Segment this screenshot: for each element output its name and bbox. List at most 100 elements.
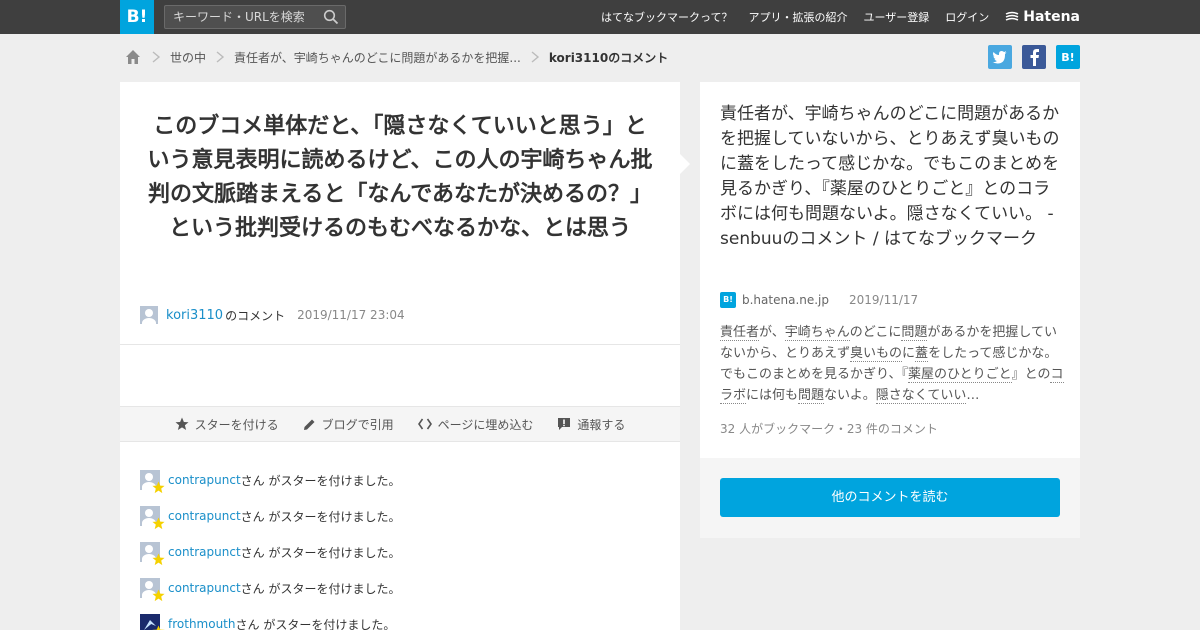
favicon: B!	[720, 292, 736, 308]
star-entry: contrapunct さん がスターを付けました。	[140, 534, 401, 570]
home-icon[interactable]	[124, 48, 142, 66]
embed-label: ページに埋め込む	[437, 417, 534, 432]
top-bar: B! はてなブックマークって？ アプリ・拡張の紹介 ユーザー登録 ログイン Ha…	[0, 0, 1200, 34]
comment-suffix: のコメント	[225, 308, 286, 323]
search-box	[164, 5, 346, 29]
star-avatar[interactable]	[140, 614, 165, 630]
twitter-share-button[interactable]	[988, 45, 1012, 69]
alert-icon	[558, 418, 571, 430]
star-text: さん がスターを付けました。	[235, 617, 396, 630]
excerpt-text: のどこに	[849, 325, 902, 340]
quote-in-blog-button[interactable]: ブログで引用	[303, 416, 394, 433]
star-text: さん がスターを付けました。	[240, 581, 401, 596]
hatena-bookmark-logo[interactable]: B!	[120, 0, 154, 34]
entry-domain[interactable]: b.hatena.ne.jp	[742, 293, 829, 307]
add-star-button[interactable]: スターを付ける	[175, 416, 279, 433]
chevron-right-icon	[152, 51, 161, 63]
star-avatar[interactable]	[140, 470, 165, 494]
star-text: さん がスターを付けました。	[240, 509, 401, 524]
yellow-star-icon	[152, 625, 165, 630]
comment-byline: kori3110 のコメント 2019/11/17 23:04	[140, 306, 405, 324]
entry-title[interactable]: 責任者が、宇崎ちゃんのどこに問題があるかを把握していないから、とりあえず臭いもの…	[720, 102, 1065, 252]
report-label: 通報する	[577, 417, 626, 432]
keyword-link[interactable]: 宇崎ちゃん	[784, 325, 850, 341]
add-star-label: スターを付ける	[194, 417, 279, 432]
breadcrumb-current: kori3110のコメント	[548, 50, 669, 65]
bookmark-count[interactable]: 32 人がブックマーク・23 件のコメント	[720, 420, 938, 437]
chevron-right-icon	[531, 51, 539, 63]
star-user-link[interactable]: contrapunct	[168, 545, 241, 559]
star-avatar[interactable]	[140, 578, 165, 602]
search-input[interactable]	[165, 6, 315, 28]
entry-card-footer: 他のコメントを読む	[700, 458, 1080, 538]
card-pointer-arrow	[680, 154, 690, 174]
nav-about[interactable]: はてなブックマークって？	[601, 9, 732, 25]
yellow-star-icon	[152, 553, 165, 566]
keyword-link[interactable]: 臭いもの	[850, 346, 903, 362]
report-button[interactable]: 通報する	[557, 416, 625, 433]
keyword-link[interactable]: 問題	[901, 325, 928, 341]
pencil-icon	[303, 419, 315, 430]
keyword-link[interactable]: 責任者	[720, 325, 760, 341]
star-entry: contrapunct さん がスターを付けました。	[140, 570, 401, 606]
breadcrumb: 世の中 責任者が、宇崎ちゃんのどこに問題があるかを把握... kori3110の…	[124, 46, 668, 68]
facebook-icon	[1030, 49, 1039, 66]
star-user-link[interactable]: contrapunct	[168, 581, 241, 595]
hatena-icon	[1005, 11, 1019, 21]
star-text: さん がスターを付けました。	[240, 473, 401, 488]
star-user-link[interactable]: contrapunct	[168, 509, 241, 523]
star-user-link[interactable]: frothmouth	[168, 617, 236, 630]
star-entry: contrapunct さん がスターを付けました。	[140, 498, 401, 534]
keyword-link[interactable]: 隠さなくていい	[875, 388, 967, 404]
excerpt-text: には何も	[746, 388, 799, 403]
star-avatar[interactable]	[140, 506, 165, 530]
yellow-star-icon	[152, 517, 165, 530]
chevron-right-icon	[216, 51, 225, 63]
hatena-brand-label: Hatena	[1023, 9, 1080, 25]
search-icon[interactable]	[323, 9, 339, 25]
comment-date: 2019/11/17 23:04	[297, 308, 405, 322]
top-nav: はてなブックマークって？ アプリ・拡張の紹介 ユーザー登録 ログイン Haten…	[585, 0, 1080, 34]
nav-apps[interactable]: アプリ・拡張の紹介	[748, 9, 847, 25]
quote-in-blog-label: ブログで引用	[321, 417, 394, 432]
divider	[120, 344, 680, 345]
share-buttons: B!	[978, 45, 1080, 69]
breadcrumb-entry[interactable]: 責任者が、宇崎ちゃんのどこに問題があるかを把握...	[234, 49, 521, 66]
embed-button[interactable]: ページに埋め込む	[417, 416, 534, 433]
excerpt-text: …	[966, 388, 980, 403]
entry-date: 2019/11/17	[849, 293, 919, 307]
comment-text: このブコメ単体だと、「隠さなくていいと思う」という意見表明に読めるけど、この人の…	[147, 114, 653, 241]
keyword-link[interactable]: 蓋	[915, 346, 929, 362]
star-entry: contrapunct さん がスターを付けました。	[140, 462, 401, 498]
excerpt-text: ないよ。	[824, 388, 876, 403]
comment-card: このブコメ単体だと、「隠さなくていいと思う」という意見表明に読めるけど、この人の…	[120, 82, 680, 630]
comment-user-link[interactable]: kori3110	[166, 308, 223, 323]
entry-card: 責任者が、宇崎ちゃんのどこに問題があるかを把握していないから、とりあえず臭いもの…	[700, 82, 1080, 538]
facebook-share-button[interactable]	[1022, 45, 1046, 69]
star-avatar[interactable]	[140, 542, 165, 566]
read-more-button[interactable]: 他のコメントを読む	[720, 478, 1060, 517]
excerpt-text: が、	[759, 325, 785, 340]
excerpt-text: に	[902, 346, 916, 361]
twitter-icon	[992, 51, 1007, 64]
star-icon	[175, 417, 189, 430]
entry-meta: B! b.hatena.ne.jp 2019/11/17	[720, 292, 918, 308]
keyword-link[interactable]: 問題	[798, 388, 825, 404]
code-icon	[417, 418, 432, 430]
entry-excerpt: 責任者が、宇崎ちゃんのどこに問題があるかを把握していないから、とりあえず臭いもの…	[720, 322, 1065, 406]
hatena-brand[interactable]: Hatena	[1005, 9, 1080, 25]
star-text: さん がスターを付けました。	[240, 545, 401, 560]
nav-signup[interactable]: ユーザー登録	[863, 9, 929, 25]
comment-actions: スターを付ける ブログで引用 ページに埋め込む 通報する	[120, 406, 680, 442]
excerpt-text: 』との	[1011, 367, 1051, 382]
breadcrumb-category[interactable]: 世の中	[170, 49, 206, 66]
yellow-star-icon	[152, 481, 165, 494]
nav-login[interactable]: ログイン	[945, 9, 989, 25]
yellow-star-icon	[152, 589, 165, 602]
keyword-link[interactable]: 薬屋のひとりごと	[907, 367, 1012, 383]
star-list: contrapunct さん がスターを付けました。 contrapunct さん …	[140, 462, 401, 630]
avatar[interactable]	[140, 306, 158, 324]
star-user-link[interactable]: contrapunct	[168, 473, 241, 487]
hatena-share-button[interactable]: B!	[1056, 45, 1080, 69]
star-entry: frothmouth さん がスターを付けました。	[140, 606, 401, 630]
